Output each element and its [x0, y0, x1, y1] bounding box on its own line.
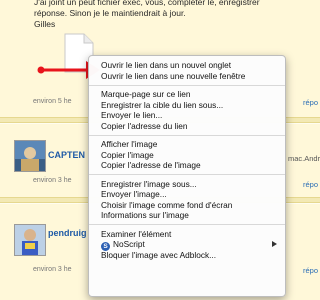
reply-link[interactable]: répo	[303, 98, 318, 107]
post-author-signature: Gilles	[34, 19, 56, 29]
menu-separator	[89, 224, 285, 225]
menu-item-view-image[interactable]: Afficher l'image	[89, 139, 285, 150]
menu-item-image-info[interactable]: Informations sur l'image	[89, 210, 285, 221]
menu-item-set-as-wallpaper[interactable]: Choisir l'image comme fond d'écran	[89, 200, 285, 211]
context-menu: Ouvrir le lien dans un nouvel onglet Ouv…	[88, 55, 286, 297]
user-avatar[interactable]	[14, 140, 46, 172]
reply-link[interactable]: répo	[303, 180, 318, 189]
menu-item-send-link[interactable]: Envoyer le lien...	[89, 110, 285, 121]
username[interactable]: CAPTEN	[48, 150, 85, 160]
menu-item-copy-image[interactable]: Copier l'image	[89, 150, 285, 161]
menu-item-save-link-as[interactable]: Enregistrer la cible du lien sous...	[89, 100, 285, 111]
menu-item-copy-image-address[interactable]: Copier l'adresse de l'image	[89, 160, 285, 171]
user-avatar[interactable]	[14, 224, 46, 256]
menu-separator	[89, 134, 285, 136]
username[interactable]: pendruig	[48, 228, 87, 238]
post-body: J'ai joint un peut fichier exec, vous, c…	[34, 0, 260, 30]
post-line: J'ai joint un peut fichier exec, vous, c…	[34, 0, 260, 7]
menu-item-copy-link-address[interactable]: Copier l'adresse du lien	[89, 121, 285, 132]
menu-item-label: NoScript	[113, 239, 145, 249]
submenu-arrow-icon	[272, 241, 277, 247]
menu-separator	[89, 84, 285, 86]
post-timestamp: environ 5 he	[33, 98, 72, 105]
menu-item-bookmark-link[interactable]: Marque-page sur ce lien	[89, 89, 285, 100]
post-timestamp: environ 3 he	[33, 177, 72, 184]
post-line: réponse. Sinon je le maintiendrait à jou…	[34, 8, 186, 18]
reply-link[interactable]: répo	[303, 266, 318, 275]
post-snippet: mac.Andr	[288, 154, 320, 163]
menu-item-open-link-new-tab[interactable]: Ouvrir le lien dans un nouvel onglet	[89, 60, 285, 71]
post-timestamp: environ 3 he	[33, 266, 72, 273]
menu-item-block-image-adblock[interactable]: Bloquer l'image avec Adblock...	[89, 250, 285, 261]
menu-item-noscript[interactable]: S NoScript	[89, 239, 285, 251]
menu-item-save-image-as[interactable]: Enregistrer l'image sous...	[89, 179, 285, 190]
menu-separator	[89, 174, 285, 175]
menu-item-inspect-element[interactable]: Examiner l'élément	[89, 229, 285, 240]
menu-item-open-link-new-window[interactable]: Ouvrir le lien dans une nouvelle fenêtre	[89, 71, 285, 82]
menu-item-send-image[interactable]: Envoyer l'image...	[89, 189, 285, 200]
